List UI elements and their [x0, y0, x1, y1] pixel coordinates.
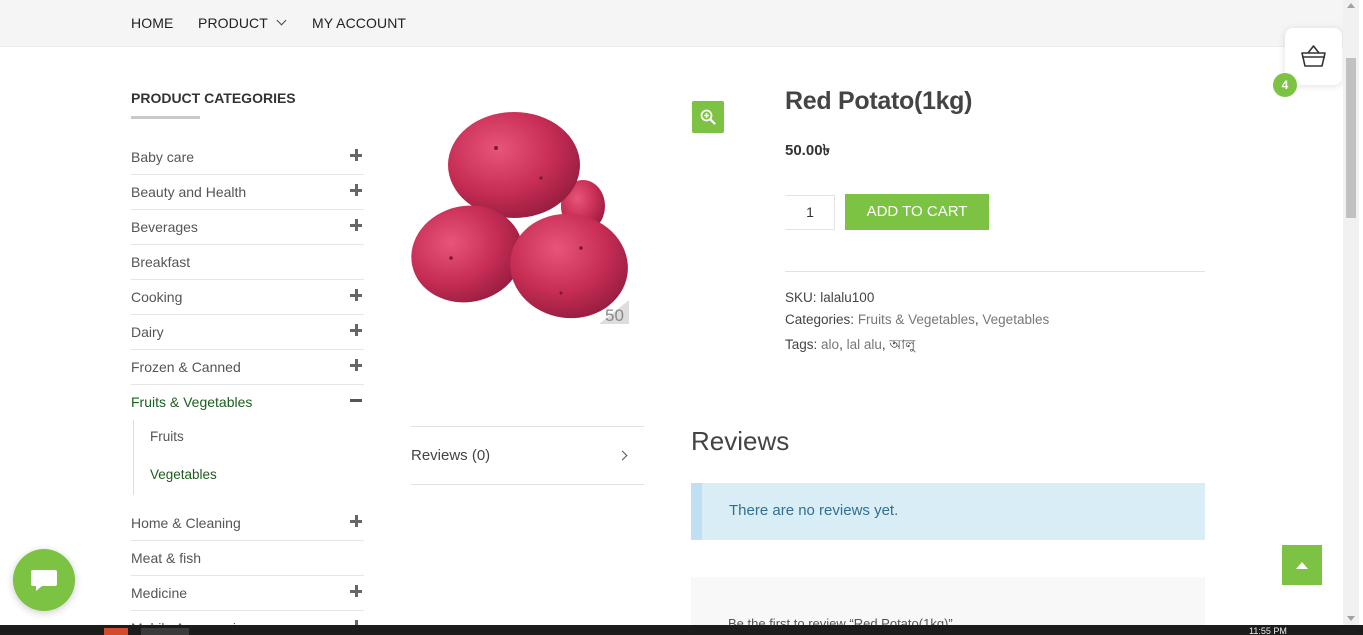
product-sku: SKU: lalalu100 [785, 290, 874, 305]
back-to-top-button[interactable] [1282, 545, 1322, 585]
nav-product-link[interactable]: PRODUCT [198, 15, 268, 31]
expand-plus-icon[interactable] [350, 324, 362, 336]
expand-plus-icon[interactable] [350, 585, 362, 597]
chat-bubble-icon [31, 570, 57, 591]
taskbar-clock: 11:55 PM [1249, 626, 1287, 635]
category-label: Beverages [131, 219, 198, 235]
no-reviews-notice: There are no reviews yet. [691, 483, 1205, 540]
product-categories: Categories: Fruits & Vegetables, Vegetab… [785, 312, 1050, 327]
subcategory-vegetables[interactable]: Vegetables [150, 467, 217, 482]
scroll-down-arrow-icon[interactable] [1347, 616, 1355, 621]
product-image[interactable]: 50 [411, 108, 629, 324]
chevron-right-icon [617, 450, 628, 461]
tag-link-lal-alu[interactable]: lal alu [847, 337, 882, 352]
category-label: Baby care [131, 149, 195, 165]
expand-plus-icon[interactable] [350, 289, 362, 301]
category-medicine[interactable]: Medicine [131, 576, 364, 611]
product-title: Red Potato(1kg) [785, 87, 973, 115]
category-label: Dairy [131, 324, 164, 340]
quantity-input[interactable]: 1 [785, 195, 835, 230]
sku-label: SKU: [785, 290, 817, 305]
nav-home-link[interactable]: HOME [131, 15, 173, 31]
categories-label: Categories: [785, 312, 855, 327]
nav-my-account-link[interactable]: MY ACCOUNT [312, 15, 406, 31]
category-link-fruits-and-vegetables[interactable]: Fruits & Vegetables [858, 312, 975, 327]
subcategory-fruits[interactable]: Fruits [150, 429, 184, 444]
category-breakfast[interactable]: Breakfast [131, 245, 364, 280]
os-taskbar: 11:55 PM [0, 625, 1363, 635]
expand-plus-icon[interactable] [350, 149, 362, 161]
category-label: Fruits & Vegetables [131, 394, 253, 410]
tags-label: Tags: [785, 337, 818, 352]
sidebar-title: PRODUCT CATEGORIES [131, 90, 296, 106]
category-label: Beauty and Health [131, 184, 247, 200]
collapse-minus-icon[interactable] [350, 394, 362, 406]
taskbar-browser-icon[interactable] [141, 628, 189, 635]
category-label: Breakfast [131, 254, 191, 270]
category-beauty-and-health[interactable]: Beauty and Health [131, 175, 364, 210]
add-to-cart-button[interactable]: ADD TO CART [845, 194, 989, 230]
chevron-down-icon[interactable] [276, 15, 287, 26]
sidebar-title-underline [131, 116, 200, 119]
expand-plus-icon[interactable] [350, 515, 362, 527]
category-label: Medicine [131, 585, 188, 601]
reviews-heading: Reviews [691, 426, 790, 456]
chat-button[interactable] [13, 549, 75, 611]
tab-divider-bottom [411, 484, 644, 485]
notice-text: There are no reviews yet. [729, 502, 899, 519]
tag-link-bangla-alu[interactable]: আলু [889, 337, 915, 352]
expand-plus-icon[interactable] [350, 219, 362, 231]
cart-count-badge: 4 [1273, 73, 1297, 97]
sku-value: lalalu100 [820, 290, 875, 305]
product-price: 50.00৳ [785, 142, 831, 159]
category-baby-care[interactable]: Baby care [131, 140, 364, 175]
tab-reviews-label: Reviews (0) [411, 447, 491, 464]
meta-divider [785, 271, 1205, 272]
zoom-button[interactable] [692, 101, 724, 133]
category-dairy[interactable]: Dairy [131, 315, 364, 350]
expand-plus-icon[interactable] [350, 359, 362, 371]
category-meat-and-fish[interactable]: Meat & fish [131, 541, 364, 576]
basket-icon [1301, 45, 1326, 67]
category-fruits-and-vegetables[interactable]: Fruits & Vegetables [131, 385, 364, 420]
product-tags: Tags: alo, lal alu, আলু [785, 337, 916, 352]
image-badge-text: 50 [605, 306, 624, 324]
tag-link-alo[interactable]: alo [821, 337, 839, 352]
expand-plus-icon[interactable] [350, 184, 362, 196]
category-frozen-and-canned[interactable]: Frozen & Canned [131, 350, 364, 385]
category-label: Frozen & Canned [131, 359, 241, 375]
category-home-and-cleaning[interactable]: Home & Cleaning [131, 506, 364, 541]
category-cooking[interactable]: Cooking [131, 280, 364, 315]
top-navigation: HOME PRODUCT MY ACCOUNT [0, 0, 1343, 47]
scrollbar-thumb[interactable] [1346, 58, 1356, 218]
taskbar-app-icon[interactable] [104, 628, 128, 635]
category-label: Home & Cleaning [131, 515, 241, 531]
subcategory-list: Fruits Vegetables [133, 420, 364, 495]
scroll-up-arrow-icon[interactable] [1347, 3, 1355, 8]
tab-reviews[interactable]: Reviews (0) [411, 427, 644, 484]
magnify-plus-icon [700, 109, 716, 125]
category-beverages[interactable]: Beverages [131, 210, 364, 245]
page-scrollbar[interactable] [1343, 0, 1359, 625]
category-label: Meat & fish [131, 550, 202, 566]
category-link-vegetables[interactable]: Vegetables [982, 312, 1049, 327]
category-label: Cooking [131, 289, 183, 305]
